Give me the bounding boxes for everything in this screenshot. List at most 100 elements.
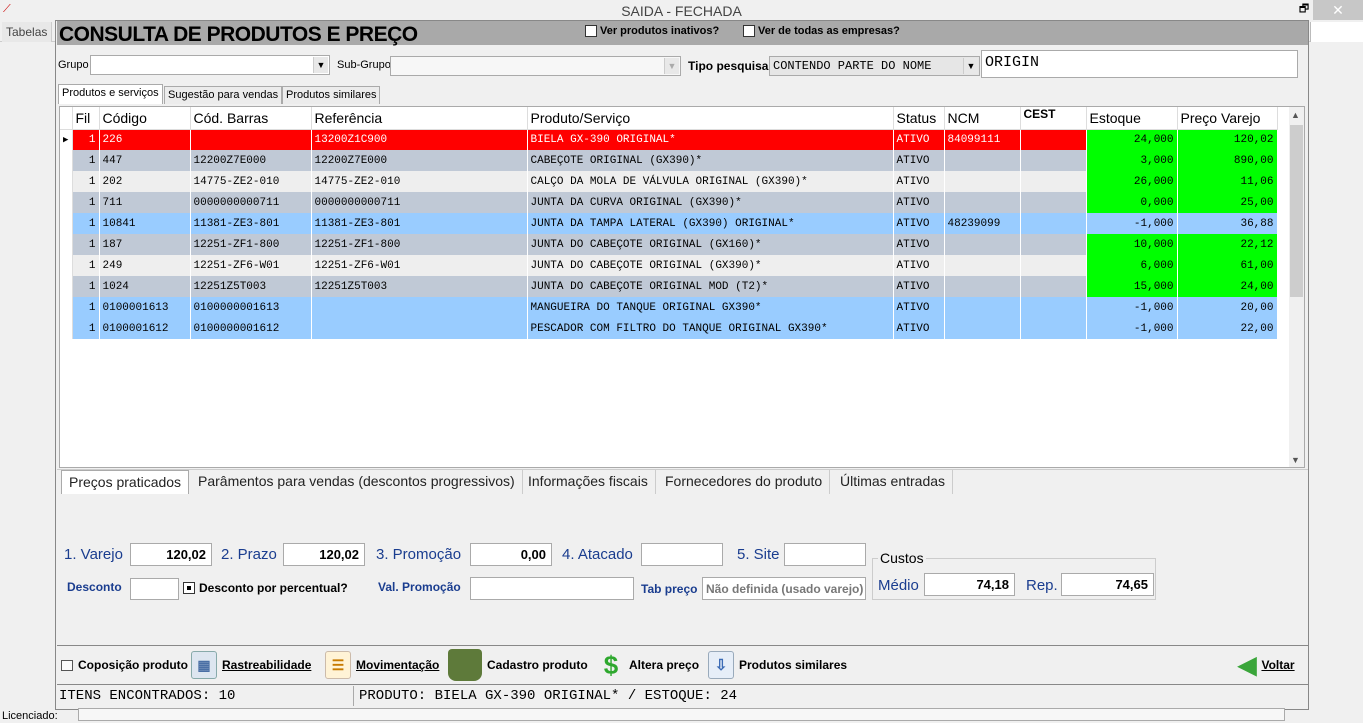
tipo-pesquisa-label: Tipo pesquisa <box>688 59 769 73</box>
row-indicator[interactable] <box>60 213 73 234</box>
cell-ncm <box>944 255 1021 276</box>
cell-estoque: 26,000 <box>1086 171 1178 192</box>
cell-cod-barras: 0000000000711 <box>190 192 312 213</box>
tab-informacoes-fiscais[interactable]: Informações fiscais <box>521 470 656 494</box>
tab-preco-field[interactable]: Não definida (usado varejo) <box>702 577 866 600</box>
composicao-label: Coposição produto <box>78 658 188 672</box>
row-indicator[interactable] <box>60 150 73 171</box>
rastreabilidade-button[interactable]: ▦ Rastreabilidade <box>191 646 311 684</box>
row-indicator[interactable] <box>60 318 73 339</box>
medio-input[interactable]: 74,18 <box>924 573 1015 596</box>
table-row[interactable]: 1 249 12251-ZF6-W01 12251-ZF6-W01 JUNTA DO C… <box>60 255 1278 276</box>
composicao-icon <box>61 659 73 671</box>
desconto-percentual-checkbox[interactable] <box>183 582 195 594</box>
column-header-fil[interactable]: Fil <box>72 107 100 130</box>
column-header-cest[interactable]: CEST <box>1020 107 1087 130</box>
restore-button[interactable]: 🗗 <box>1297 0 1311 15</box>
voltar-button[interactable]: ◀ Voltar <box>1238 646 1295 684</box>
cell-referencia: 13200Z1C900 <box>311 129 528 150</box>
table-row[interactable]: 1 10841 11381-ZE3-801 11381-ZE3-801 JUNTA DA… <box>60 213 1278 234</box>
cadastro-button[interactable]: Cadastro produto <box>448 646 588 684</box>
cell-estoque: 3,000 <box>1086 150 1178 171</box>
column-header-preco-varejo[interactable]: Preço Varejo <box>1177 107 1278 130</box>
table-row[interactable]: 1 1024 12251Z5T003 12251Z5T003 JUNTA DO CABE… <box>60 276 1278 297</box>
cell-codigo: 202 <box>99 171 191 192</box>
prazo-input[interactable]: 120,02 <box>283 543 365 566</box>
cell-produto: JUNTA DO CABEÇOTE ORIGINAL (GX160)* <box>527 234 894 255</box>
varejo-input[interactable]: 120,02 <box>130 543 212 566</box>
search-input[interactable]: ORIGIN <box>981 50 1298 78</box>
column-header-cod-barras[interactable]: Cód. Barras <box>190 107 312 130</box>
scrollbar-thumb[interactable] <box>1290 125 1303 297</box>
scroll-up-icon[interactable]: ▲ <box>1291 110 1300 120</box>
table-row[interactable]: 1 711 0000000000711 0000000000711 JUNTA DA C… <box>60 192 1278 213</box>
cell-ncm <box>944 150 1021 171</box>
altera-preco-button[interactable]: $ Altera preço <box>598 646 699 684</box>
site-input[interactable] <box>784 543 866 566</box>
column-header-referencia[interactable]: Referência <box>311 107 528 130</box>
cell-estoque: -1,000 <box>1086 297 1178 318</box>
column-header-estoque[interactable]: Estoque <box>1086 107 1178 130</box>
cell-produto: PESCADOR COM FILTRO DO TANQUE ORIGINAL G… <box>527 318 894 339</box>
table-row[interactable]: 1 447 12200Z7E000 12200Z7E000 CABEÇOTE ORIGI… <box>60 150 1278 171</box>
tipo-pesquisa-select[interactable]: CONTENDO PARTE DO NOME ▼ <box>769 56 980 76</box>
val-promocao-input[interactable] <box>470 577 634 600</box>
row-indicator[interactable] <box>60 171 73 192</box>
cell-referencia: 12251-ZF1-800 <box>311 234 528 255</box>
medio-label: Médio <box>878 577 919 594</box>
table-row[interactable]: 1 0100001613 0100000001613 MANGUEIRA DO TAN… <box>60 297 1278 318</box>
column-header-codigo[interactable]: Código <box>99 107 191 130</box>
row-indicator[interactable] <box>60 234 73 255</box>
cell-produto: CABEÇOTE ORIGINAL (GX390)* <box>527 150 894 171</box>
subgrupo-select[interactable]: ▼ <box>390 56 681 76</box>
grupo-select[interactable]: ▼ <box>90 55 330 75</box>
tab-precos-praticados[interactable]: Preços praticados <box>61 470 190 494</box>
table-row[interactable]: ▶ 1 226 13200Z1C900 BIELA GX-390 ORIGINAL* AT… <box>60 129 1278 150</box>
row-indicator[interactable] <box>60 255 73 276</box>
empresas-checkbox[interactable] <box>743 25 755 37</box>
cell-ncm <box>944 318 1021 339</box>
chevron-down-icon: ▼ <box>313 57 328 73</box>
scroll-down-icon[interactable]: ▼ <box>1291 455 1300 465</box>
cell-codigo: 226 <box>99 129 191 150</box>
cell-codigo: 447 <box>99 150 191 171</box>
tab-ultimas-entradas[interactable]: Últimas entradas <box>833 470 954 494</box>
similares-button[interactable]: ⇩ Produtos similares <box>708 646 847 684</box>
cell-estoque: -1,000 <box>1086 318 1178 339</box>
tab-produtos-servicos[interactable]: Produtos e serviços <box>58 84 163 104</box>
cell-cod-barras: 12200Z7E000 <box>190 150 312 171</box>
table-row[interactable]: 1 187 12251-ZF1-800 12251-ZF1-800 JUNTA DO C… <box>60 234 1278 255</box>
table-row[interactable]: 1 0100001612 0100000001612 PESCADOR COM FIL… <box>60 318 1278 339</box>
tab-sugestao-vendas[interactable]: Sugestão para vendas <box>164 86 283 104</box>
cell-codigo: 0100001613 <box>99 297 191 318</box>
cell-cest <box>1020 129 1087 150</box>
cell-produto: MANGUEIRA DO TANQUE ORIGINAL GX390* <box>527 297 894 318</box>
desconto-input[interactable] <box>130 578 179 600</box>
inativos-checkbox[interactable] <box>585 25 597 37</box>
cell-codigo: 187 <box>99 234 191 255</box>
menu-tabelas[interactable]: Tabelas <box>2 22 53 42</box>
atacado-input[interactable] <box>641 543 723 566</box>
row-indicator[interactable] <box>60 192 73 213</box>
row-indicator[interactable]: ▶ <box>60 129 73 150</box>
column-header-ncm[interactable]: NCM <box>944 107 1021 130</box>
table-row[interactable]: 1 202 14775-ZE2-010 14775-ZE2-010 CALÇO DA M… <box>60 171 1278 192</box>
itens-encontrados: ITENS ENCONTRADOS: 10 <box>59 688 236 704</box>
close-button[interactable]: ✕ <box>1313 0 1363 20</box>
tab-produtos-similares[interactable]: Produtos similares <box>282 86 381 104</box>
empresas-label: Ver de todas as empresas? <box>758 25 900 37</box>
tab-parametros-vendas[interactable]: Parâmentos para vendas (descontos progre… <box>191 470 523 494</box>
row-indicator-header <box>60 107 73 130</box>
column-header-produto[interactable]: Produto/Serviço <box>527 107 894 130</box>
row-indicator[interactable] <box>60 297 73 318</box>
composicao-button[interactable]: Coposição produto <box>61 646 188 684</box>
row-indicator[interactable] <box>60 276 73 297</box>
tab-fornecedores[interactable]: Fornecedores do produto <box>658 470 831 494</box>
cell-fil: 1 <box>72 213 100 234</box>
rep-input[interactable]: 74,65 <box>1061 573 1154 596</box>
cell-cod-barras: 11381-ZE3-801 <box>190 213 312 234</box>
movimentacao-button[interactable]: ☰ Movimentação <box>325 646 439 684</box>
rep-label: Rep. <box>1026 577 1058 594</box>
promocao-input[interactable]: 0,00 <box>470 543 552 566</box>
column-header-status[interactable]: Status <box>893 107 945 130</box>
